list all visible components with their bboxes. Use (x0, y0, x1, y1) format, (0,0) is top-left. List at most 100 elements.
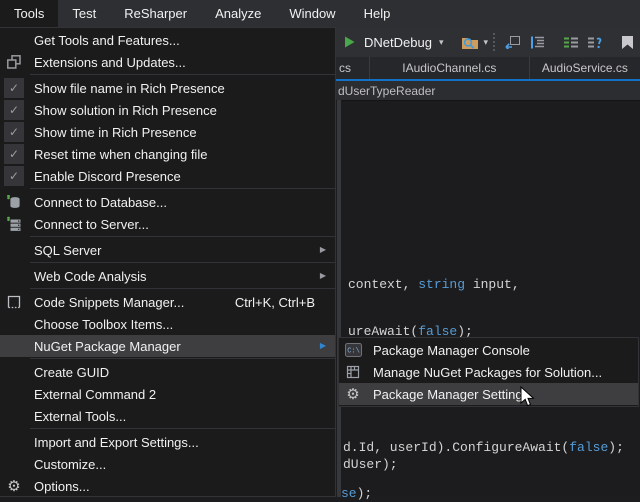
menu-item-gutter (3, 432, 25, 452)
menu-item-label: Connect to Database... (34, 195, 167, 210)
menu-item-code-snippets-manager[interactable]: Code Snippets Manager...Ctrl+K, Ctrl+B (0, 291, 335, 313)
menu-item-label: Web Code Analysis (34, 269, 147, 284)
menu-item-options[interactable]: ⚙Options... (0, 475, 335, 497)
run-config-label: DNetDebug (364, 35, 432, 50)
toolbar-gripper[interactable] (493, 33, 495, 51)
run-config-combo[interactable]: DNetDebug ▾ (360, 30, 447, 54)
menu-separator (30, 236, 335, 237)
menu-item-extensions-and-updates[interactable]: Extensions and Updates... (0, 51, 335, 73)
menu-item-label: External Tools... (34, 409, 126, 424)
menu-item-manage-nuget-packages-for-solution[interactable]: Manage NuGet Packages for Solution... (339, 361, 638, 383)
menu-item-import-and-export-settings[interactable]: Import and Export Settings... (0, 431, 335, 453)
menu-item-connect-to-database[interactable]: Connect to Database... (0, 191, 335, 213)
menu-item-reset-time-when-changing-file[interactable]: ✓Reset time when changing file (0, 143, 335, 165)
menu-item-label: Show time in Rich Presence (34, 125, 197, 140)
menu-item-gutter (3, 336, 25, 356)
code-text: ); (608, 440, 624, 455)
menubar: Tools TestReSharper Analyze Window Help (0, 0, 640, 27)
code-line: context, string input, (348, 277, 520, 293)
menu-item-label: External Command 2 (34, 387, 156, 402)
menu-item-show-file-name-in-rich-presence[interactable]: ✓Show file name in Rich Presence (0, 77, 335, 99)
menu-item-gutter (3, 314, 25, 334)
submenu-arrow-icon: ▶ (320, 246, 326, 254)
menubar-item-tools[interactable]: Tools (0, 0, 58, 27)
checkmark-icon: ✓ (4, 166, 24, 186)
code-text: context, (348, 277, 418, 292)
menu-item-label: Manage NuGet Packages for Solution... (373, 365, 602, 380)
menubar-item-label: Help (364, 6, 391, 21)
code-line: se); (341, 486, 372, 502)
menu-item-label: NuGet Package Manager (34, 339, 181, 354)
menu-item-create-guid[interactable]: Create GUID (0, 361, 335, 383)
menu-item-gutter (3, 214, 25, 234)
toggle-bookmark-button[interactable] (618, 30, 637, 54)
tab-iaudiochannel-cs[interactable]: IAudioChannel.cs (370, 57, 530, 79)
menu-separator (30, 288, 335, 289)
comment-lines-button[interactable] (560, 30, 582, 54)
menu-item-connect-to-server[interactable]: Connect to Server... (0, 213, 335, 235)
menu-item-gutter (3, 192, 25, 212)
find-in-files-button[interactable] (458, 30, 482, 54)
menu-item-gutter (3, 52, 25, 72)
menu-item-show-solution-in-rich-presence[interactable]: ✓Show solution in Rich Presence (0, 99, 335, 121)
code-editor[interactable] (337, 100, 640, 497)
menubar-item-resharper[interactable]: ReSharper (110, 0, 201, 27)
code-keyword: false (569, 440, 608, 455)
breadcrumb-text: dUserTypeReader (338, 84, 435, 98)
menu-item-gutter: ✓ (3, 144, 25, 164)
menu-item-gutter (3, 266, 25, 286)
menubar-item-label: Analyze (215, 6, 261, 21)
menu-item-choose-toolbox-items[interactable]: Choose Toolbox Items... (0, 313, 335, 335)
extensions-icon (6, 54, 22, 70)
menu-separator (30, 428, 335, 429)
format-document-button[interactable] (526, 30, 548, 54)
navigate-backward-button[interactable] (501, 30, 524, 54)
code-text: dUser); (343, 457, 398, 472)
menu-item-label: Package Manager Settings (373, 387, 529, 402)
menu-item-sql-server[interactable]: SQL Server▶ (0, 239, 335, 261)
menu-item-label: Import and Export Settings... (34, 435, 199, 450)
menu-item-web-code-analysis[interactable]: Web Code Analysis▶ (0, 265, 335, 287)
menubar-item-test[interactable]: Test (58, 0, 110, 27)
menu-separator (30, 262, 335, 263)
find-dropdown-caret[interactable]: ▾ (483, 38, 488, 47)
tab-cs[interactable]: cs (337, 57, 370, 79)
menu-item-gutter (3, 362, 25, 382)
menubar-item-label: Window (289, 6, 335, 21)
menu-item-label: Choose Toolbox Items... (34, 317, 173, 332)
menu-item-package-manager-settings[interactable]: ⚙Package Manager Settings (339, 383, 638, 405)
menu-item-gutter (342, 362, 364, 382)
menubar-item-help[interactable]: Help (350, 0, 405, 27)
code-keyword: string (418, 277, 465, 292)
nuget-box-icon (345, 364, 361, 380)
menubar-item-window[interactable]: Window (275, 0, 349, 27)
tab-label: cs (339, 61, 351, 75)
chevron-down-icon: ▾ (439, 38, 444, 47)
menu-item-label: Show solution in Rich Presence (34, 103, 217, 118)
menu-item-external-tools[interactable]: External Tools... (0, 405, 335, 427)
menu-item-package-manager-console[interactable]: C:\Package Manager Console (339, 339, 638, 361)
menu-item-gutter: ✓ (3, 78, 25, 98)
menu-item-get-tools-and-features[interactable]: Get Tools and Features... (0, 29, 335, 51)
menu-item-label: Connect to Server... (34, 217, 149, 232)
menu-item-customize[interactable]: Customize... (0, 453, 335, 475)
menu-item-external-command-2[interactable]: External Command 2 (0, 383, 335, 405)
start-debug-button[interactable] (340, 30, 359, 54)
menubar-item-label: Tools (14, 6, 44, 21)
menu-item-show-time-in-rich-presence[interactable]: ✓Show time in Rich Presence (0, 121, 335, 143)
menu-item-gutter (3, 240, 25, 260)
menu-item-enable-discord-presence[interactable]: ✓Enable Discord Presence (0, 165, 335, 187)
menu-item-nuget-package-manager[interactable]: NuGet Package Manager▶ (0, 335, 335, 357)
menubar-item-analyze[interactable]: Analyze (201, 0, 275, 27)
uncomment-lines-button[interactable] (584, 30, 606, 54)
svg-text:C:\: C:\ (347, 348, 360, 356)
mouse-cursor (520, 386, 537, 414)
menu-separator (30, 188, 335, 189)
tab-label: IAudioChannel.cs (402, 61, 496, 75)
play-icon (343, 35, 356, 49)
tab-audioservice-cs[interactable]: AudioService.cs (530, 57, 640, 79)
menu-item-gutter (3, 406, 25, 426)
database-icon (6, 194, 22, 210)
menu-item-label: Options... (34, 479, 90, 494)
menu-item-gutter (3, 384, 25, 404)
